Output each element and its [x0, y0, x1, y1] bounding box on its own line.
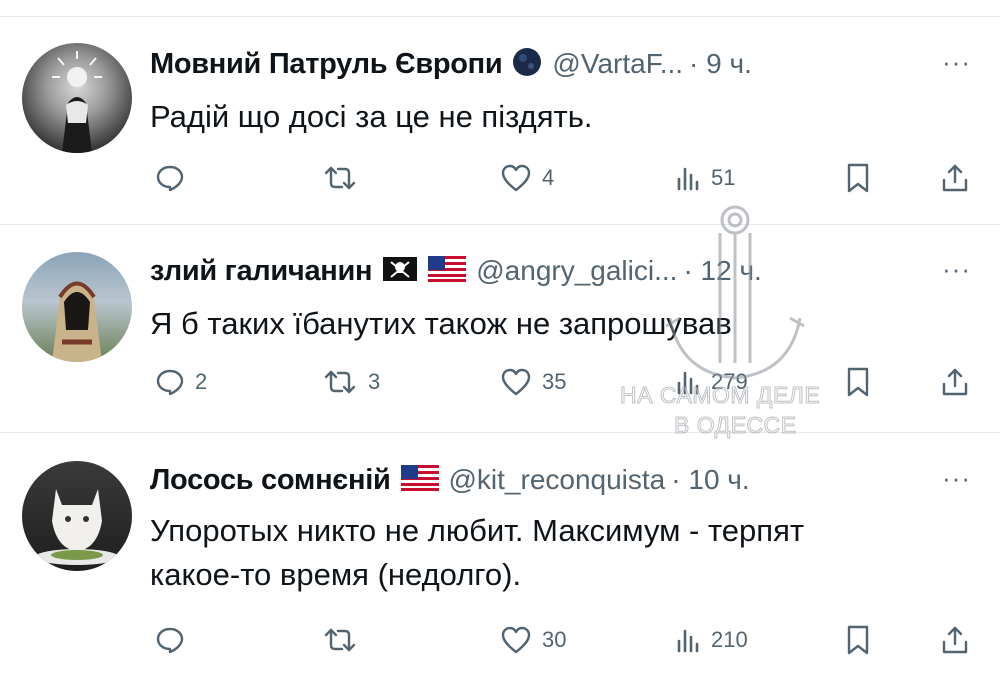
action-bar: 30 210 [150, 620, 980, 660]
tweet-text: Радій що досі за це не піздять. [150, 99, 593, 134]
repost-icon [324, 370, 356, 394]
watermark: НА САМОМ ДЕЛЕ В ОДЕССЕ [600, 198, 870, 448]
timestamp[interactable]: · 9 ч. [689, 48, 752, 80]
globe-icon [512, 47, 542, 82]
repost-count: 3 [368, 369, 381, 394]
share-button[interactable] [940, 362, 970, 402]
tweet-header: Лосось сомнєній @kit_reconquista · 10 ч. [150, 460, 750, 500]
repost-button[interactable]: 3 [322, 362, 380, 402]
like-button[interactable]: 4 [500, 158, 554, 198]
avatar[interactable] [22, 252, 132, 362]
repost-button[interactable] [322, 158, 368, 198]
heart-icon [501, 626, 531, 654]
like-count: 30 [542, 627, 567, 652]
bookmark-icon [847, 163, 869, 193]
reply-icon [156, 369, 184, 396]
divider [0, 16, 1000, 17]
share-button[interactable] [940, 158, 970, 198]
author-name[interactable]: Мовний Патруль Європи [150, 48, 503, 81]
more-icon[interactable]: ··· [942, 47, 971, 78]
anchor-icon [665, 205, 805, 380]
watermark-line-1: НА САМОМ ДЕЛЕ [619, 382, 821, 409]
reply-button[interactable] [155, 158, 195, 198]
views-button[interactable]: 210 [675, 620, 748, 660]
timestamp[interactable]: · 10 ч. [671, 464, 749, 496]
like-button[interactable]: 35 [500, 362, 566, 402]
bookmark-button[interactable] [845, 158, 871, 198]
share-icon [942, 164, 968, 192]
views-icon [677, 629, 699, 653]
pirate-flag-icon [382, 256, 418, 287]
repost-icon [324, 166, 356, 190]
share-icon [942, 368, 968, 396]
views-icon [677, 167, 699, 191]
author-handle[interactable]: @kit_reconquista [449, 464, 666, 496]
heart-icon [501, 368, 531, 396]
reply-icon [156, 627, 184, 654]
author-name[interactable]: злий галичанин [150, 255, 373, 288]
watermark-line-2: В ОДЕССЕ [674, 412, 797, 439]
more-icon[interactable]: ··· [942, 254, 971, 285]
avatar-image [35, 489, 119, 565]
tweet-text: Упоротых никто не любит. Максимум - терп… [150, 513, 805, 592]
avatar[interactable] [22, 461, 132, 571]
like-button[interactable]: 30 [500, 620, 566, 660]
us-flag-icon [428, 255, 467, 287]
like-count: 35 [542, 369, 567, 394]
reply-button[interactable] [155, 620, 195, 660]
like-count: 4 [542, 165, 555, 190]
share-icon [942, 626, 968, 654]
timeline-feed: Мовний Патруль Європи @VartaF... · 9 ч. … [0, 0, 1000, 689]
avatar-image [52, 281, 102, 362]
share-button[interactable] [940, 620, 970, 660]
reply-icon [156, 165, 184, 192]
repost-icon [324, 628, 356, 652]
bookmark-icon [847, 625, 869, 655]
author-handle[interactable]: @VartaF... [552, 48, 683, 80]
more-icon[interactable]: ··· [942, 463, 971, 494]
heart-icon [501, 164, 531, 192]
author-name[interactable]: Лосось сомнєній [150, 464, 391, 497]
views-count: 210 [711, 627, 748, 652]
avatar-image [52, 51, 102, 153]
tweet-header: Мовний Патруль Європи @VartaF... · 9 ч. [150, 44, 752, 84]
reply-count: 2 [195, 369, 208, 394]
views-button[interactable]: 51 [675, 158, 735, 198]
views-count: 51 [711, 165, 736, 190]
repost-button[interactable] [322, 620, 368, 660]
us-flag-icon [400, 464, 439, 496]
avatar[interactable] [22, 43, 132, 153]
bookmark-button[interactable] [845, 620, 871, 660]
action-bar: 4 51 [150, 158, 980, 198]
reply-button[interactable]: 2 [155, 362, 207, 402]
